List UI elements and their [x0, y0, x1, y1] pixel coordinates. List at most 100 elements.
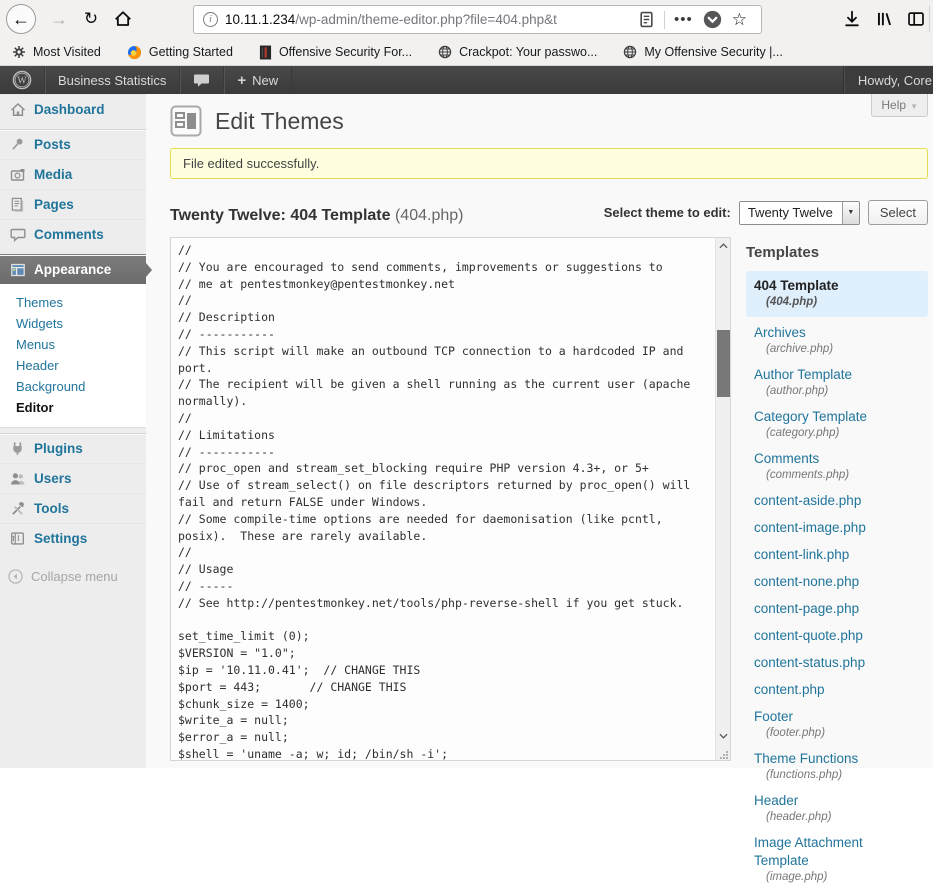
template-link[interactable]: content-page.php [746, 597, 928, 622]
collapse-arrow-icon [8, 569, 23, 584]
sidebar-item-posts[interactable]: Posts [0, 129, 146, 159]
template-link[interactable]: content-link.php [746, 543, 928, 568]
template-filename: (404.php) [754, 295, 920, 310]
plugin-icon [9, 441, 26, 456]
theme-select-dropdown[interactable]: Twenty Twelve ▼ [739, 201, 860, 225]
success-notice: File edited successfully. [170, 148, 928, 179]
bookmark-item[interactable]: My Offensive Security |... [623, 45, 782, 59]
template-filename: (header.php) [754, 810, 920, 825]
sidebar-toggle-icon[interactable] [907, 10, 925, 28]
page-actions-icon[interactable]: ••• [674, 11, 693, 28]
collapse-menu-button[interactable]: Collapse menu [0, 569, 146, 584]
download-icon[interactable] [843, 10, 861, 28]
template-link[interactable]: Author Template(author.php) [746, 363, 928, 403]
url-fade [578, 12, 633, 27]
template-filename: (functions.php) [754, 768, 920, 783]
sidebar-item-appearance[interactable]: Appearance [0, 254, 146, 284]
submenu-item-menus[interactable]: Menus [0, 334, 146, 355]
code-editor-content[interactable]: // // You are encouraged to send comment… [171, 238, 730, 761]
template-link[interactable]: 404 Template(404.php) [746, 271, 928, 317]
sidebar-item-label: Users [34, 471, 72, 486]
site-name-label: Business Statistics [58, 73, 166, 88]
themes-screen-icon [170, 105, 202, 137]
scrollbar-thumb[interactable] [717, 330, 730, 397]
templates-list: 404 Template(404.php)Archives(archive.ph… [746, 271, 928, 889]
bookmark-item[interactable]: Offensive Security For... [259, 45, 412, 60]
editor-scrollbar[interactable] [715, 238, 730, 760]
reader-view-icon[interactable] [638, 11, 655, 28]
url-path: /wp-admin/theme-editor.php?file=404.php&… [295, 12, 557, 27]
scroll-down-icon[interactable] [716, 729, 731, 743]
site-info-icon[interactable]: i [203, 12, 218, 27]
plus-icon: + [237, 72, 246, 89]
template-link[interactable]: Header(header.php) [746, 789, 928, 829]
url-bar[interactable]: i 10.11.1.234/wp-admin/theme-editor.php?… [193, 5, 762, 34]
help-button[interactable]: Help▼ [871, 94, 928, 117]
template-link[interactable]: Footer(footer.php) [746, 705, 928, 745]
select-theme-button[interactable]: Select [868, 200, 928, 225]
bookmark-star-icon[interactable]: ☆ [732, 10, 747, 30]
sidebar-item-settings[interactable]: Settings [0, 523, 146, 553]
submenu-item-background[interactable]: Background [0, 376, 146, 397]
bookmark-label: Crackpot: Your passwo... [459, 45, 597, 59]
wp-logo-menu[interactable]: W [0, 66, 45, 94]
sidebar-item-label: Appearance [34, 262, 111, 277]
template-label: content-none.php [754, 573, 920, 591]
admin-bar-new[interactable]: + New [224, 66, 292, 94]
page-title: Edit Themes [215, 108, 344, 135]
code-editor[interactable]: // // You are encouraged to send comment… [170, 237, 731, 761]
sidebar-item-pages[interactable]: Pages [0, 189, 146, 219]
template-label: 404 Template [754, 277, 920, 295]
admin-bar-comments[interactable] [180, 66, 224, 94]
scroll-up-icon[interactable] [716, 239, 731, 253]
admin-bar-site-name[interactable]: Business Statistics [45, 66, 180, 94]
bookmark-item[interactable]: Crackpot: Your passwo... [438, 45, 597, 59]
home-icon [114, 10, 132, 28]
template-link[interactable]: content-none.php [746, 570, 928, 595]
bookmark-item[interactable]: Getting Started [127, 45, 233, 60]
library-icon[interactable] [875, 10, 893, 28]
template-link[interactable]: content-aside.php [746, 489, 928, 514]
camera-icon [9, 167, 26, 183]
sidebar-item-dashboard[interactable]: Dashboard [0, 94, 146, 124]
new-label: New [252, 73, 278, 88]
home-button[interactable] [108, 4, 138, 34]
sidebar-item-comments[interactable]: Comments [0, 219, 146, 249]
admin-bar-howdy[interactable]: Howdy, Core [843, 66, 933, 94]
template-link[interactable]: content.php [746, 678, 928, 703]
template-label: Category Template [754, 408, 920, 426]
sidebar-item-plugins[interactable]: Plugins [0, 433, 146, 463]
page-header: Edit Themes [170, 94, 928, 137]
sidebar-item-tools[interactable]: Tools [0, 493, 146, 523]
template-link[interactable]: content-status.php [746, 651, 928, 676]
bookmark-item[interactable]: Most Visited [12, 45, 101, 59]
globe-icon [438, 45, 452, 59]
home-icon [9, 102, 26, 118]
sidebar-item-media[interactable]: Media [0, 159, 146, 189]
submenu-item-editor[interactable]: Editor [0, 397, 146, 418]
template-link[interactable]: Category Template(category.php) [746, 405, 928, 445]
template-label: Header [754, 792, 920, 810]
back-button[interactable]: ← [6, 4, 36, 34]
template-link[interactable]: Comments(comments.php) [746, 447, 928, 487]
forward-button[interactable]: → [44, 4, 74, 34]
template-link[interactable]: Archives(archive.php) [746, 321, 928, 361]
template-link[interactable]: Image Attachment Template(image.php) [746, 831, 928, 889]
reload-button[interactable]: ↻ [76, 4, 106, 34]
resize-grip-icon[interactable] [718, 747, 729, 758]
browser-nav-row: ← → ↻ i 10.11.1.234/wp-admin/theme-edito… [0, 0, 933, 39]
template-label: Image Attachment Template [754, 834, 920, 870]
sidebar-item-users[interactable]: Users [0, 463, 146, 493]
select-arrow-icon: ▼ [842, 202, 859, 224]
template-link[interactable]: content-image.php [746, 516, 928, 541]
template-link[interactable]: content-quote.php [746, 624, 928, 649]
template-link[interactable]: Theme Functions(functions.php) [746, 747, 928, 787]
template-filename: (category.php) [754, 426, 920, 441]
pocket-icon[interactable] [703, 10, 722, 29]
submenu-item-themes[interactable]: Themes [0, 292, 146, 313]
comment-bubble-icon [193, 73, 210, 88]
submenu-item-header[interactable]: Header [0, 355, 146, 376]
tools-icon [9, 501, 26, 516]
sidebar-item-label: Tools [34, 501, 69, 516]
submenu-item-widgets[interactable]: Widgets [0, 313, 146, 334]
